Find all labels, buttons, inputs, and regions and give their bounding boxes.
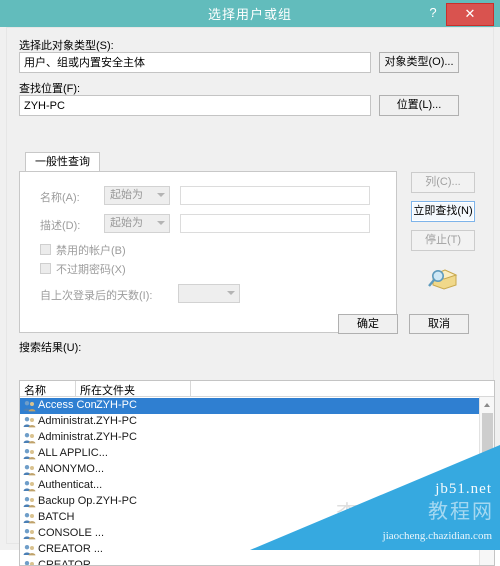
- table-row[interactable]: CONSOLE ...: [20, 526, 494, 542]
- table-row[interactable]: Authenticat...: [20, 478, 494, 494]
- group-icon: [23, 496, 36, 508]
- table-row[interactable]: ALL APPLIC...: [20, 446, 494, 462]
- disabled-accounts-label: 禁用的帐户(B): [56, 245, 126, 257]
- row-name: Backup Op...: [38, 495, 102, 507]
- row-name: Authenticat...: [38, 479, 103, 491]
- row-folder: ZYH-PC: [96, 431, 137, 443]
- find-now-button[interactable]: 立即查找(N): [411, 201, 475, 222]
- scroll-up-button[interactable]: [480, 397, 494, 411]
- column-header-folder[interactable]: 所在文件夹: [80, 382, 135, 398]
- ok-button[interactable]: 确定: [338, 314, 398, 334]
- help-button[interactable]: ?: [424, 4, 442, 22]
- group-icon: [23, 512, 36, 524]
- group-icon: [23, 560, 36, 565]
- disabled-accounts-checkbox[interactable]: [40, 244, 51, 255]
- description-operator-value: 起始为: [110, 217, 143, 229]
- row-folder: ZYH-PC: [96, 495, 137, 507]
- chevron-down-icon: [157, 193, 165, 197]
- row-name: CREATOR ...: [38, 559, 103, 566]
- row-name: ANONYMO...: [38, 463, 105, 475]
- search-results-label: 搜索结果(U):: [19, 342, 82, 354]
- tab-common-queries[interactable]: 一般性查询: [25, 152, 100, 172]
- locations-button[interactable]: 位置(L)...: [379, 95, 459, 116]
- group-icon: [23, 544, 36, 556]
- row-name: Administrat...: [38, 431, 103, 443]
- column-header-name[interactable]: 名称: [24, 382, 46, 398]
- group-icon: [23, 448, 36, 460]
- row-name: CREATOR ...: [38, 543, 103, 555]
- name-label: 名称(A):: [40, 192, 80, 204]
- columns-button[interactable]: 列(C)...: [411, 172, 475, 193]
- table-row[interactable]: Access Con... ZYH-PC: [20, 398, 494, 414]
- list-scrollbar[interactable]: [479, 397, 494, 565]
- description-operator-select[interactable]: 起始为: [104, 214, 170, 233]
- table-row[interactable]: Backup Op... ZYH-PC: [20, 494, 494, 510]
- group-icon: [23, 432, 36, 444]
- close-button[interactable]: ✕: [446, 3, 494, 26]
- days-since-logon-select[interactable]: [178, 284, 240, 303]
- days-since-logon-label: 自上次登录后的天数(I):: [40, 290, 153, 302]
- table-row[interactable]: CREATOR ...: [20, 542, 494, 558]
- dialog-client-area: 选择此对象类型(S): 用户、组或内置安全主体 对象类型(O)... 查找位置(…: [6, 27, 495, 566]
- group-icon: [23, 416, 36, 428]
- location-label: 查找位置(F):: [19, 83, 81, 95]
- tab-strip: 一般性查询: [19, 152, 397, 172]
- group-icon: [23, 464, 36, 476]
- group-icon: [23, 528, 36, 540]
- column-separator[interactable]: [190, 381, 191, 397]
- table-row[interactable]: ANONYMO...: [20, 462, 494, 478]
- cancel-button[interactable]: 取消: [409, 314, 469, 334]
- row-name: ALL APPLIC...: [38, 447, 108, 459]
- table-row[interactable]: CREATOR ...: [20, 558, 494, 566]
- select-users-or-groups-dialog: 选择用户或组 ? ✕ 选择此对象类型(S): 用户、组或内置安全主体 对象类型(…: [0, 0, 500, 566]
- row-name: CONSOLE ...: [38, 527, 105, 539]
- description-label: 描述(D):: [40, 220, 81, 232]
- table-row[interactable]: Administrat... ZYH-PC: [20, 430, 494, 446]
- list-header: 名称 所在文件夹: [20, 381, 494, 397]
- title-bar: 选择用户或组 ? ✕: [0, 0, 500, 27]
- object-type-input[interactable]: 用户、组或内置安全主体: [19, 52, 371, 73]
- row-folder: ZYH-PC: [96, 399, 137, 411]
- scroll-thumb[interactable]: [482, 413, 493, 453]
- row-name: Administrat...: [38, 415, 103, 427]
- search-results-list[interactable]: 名称 所在文件夹 Access Con... ZYH-PC Administrat.…: [19, 380, 495, 566]
- row-folder: ZYH-PC: [96, 415, 137, 427]
- row-name: BATCH: [38, 511, 75, 523]
- table-row[interactable]: Administrat... ZYH-PC: [20, 414, 494, 430]
- group-icon: [23, 400, 36, 412]
- name-operator-select[interactable]: 起始为: [104, 186, 170, 205]
- table-row[interactable]: BATCH: [20, 510, 494, 526]
- group-icon: [23, 480, 36, 492]
- column-separator[interactable]: [75, 381, 76, 397]
- name-value-input[interactable]: [180, 186, 370, 205]
- stop-button[interactable]: 停止(T): [411, 230, 475, 251]
- chevron-down-icon: [157, 221, 165, 225]
- object-types-button[interactable]: 对象类型(O)...: [379, 52, 459, 73]
- non-expiring-password-checkbox[interactable]: [40, 263, 51, 274]
- chevron-down-icon: [227, 291, 235, 295]
- object-type-label: 选择此对象类型(S):: [19, 40, 114, 52]
- common-queries-panel: 名称(A): 起始为 描述(D): 起始为 禁用的帐户(B) 不过期密码(X) …: [19, 171, 397, 333]
- description-value-input[interactable]: [180, 214, 370, 233]
- chevron-up-icon: [484, 403, 490, 407]
- location-input[interactable]: ZYH-PC: [19, 95, 371, 116]
- name-operator-value: 起始为: [110, 189, 143, 201]
- search-folder-icon: [428, 269, 458, 290]
- non-expiring-password-label: 不过期密码(X): [56, 264, 126, 276]
